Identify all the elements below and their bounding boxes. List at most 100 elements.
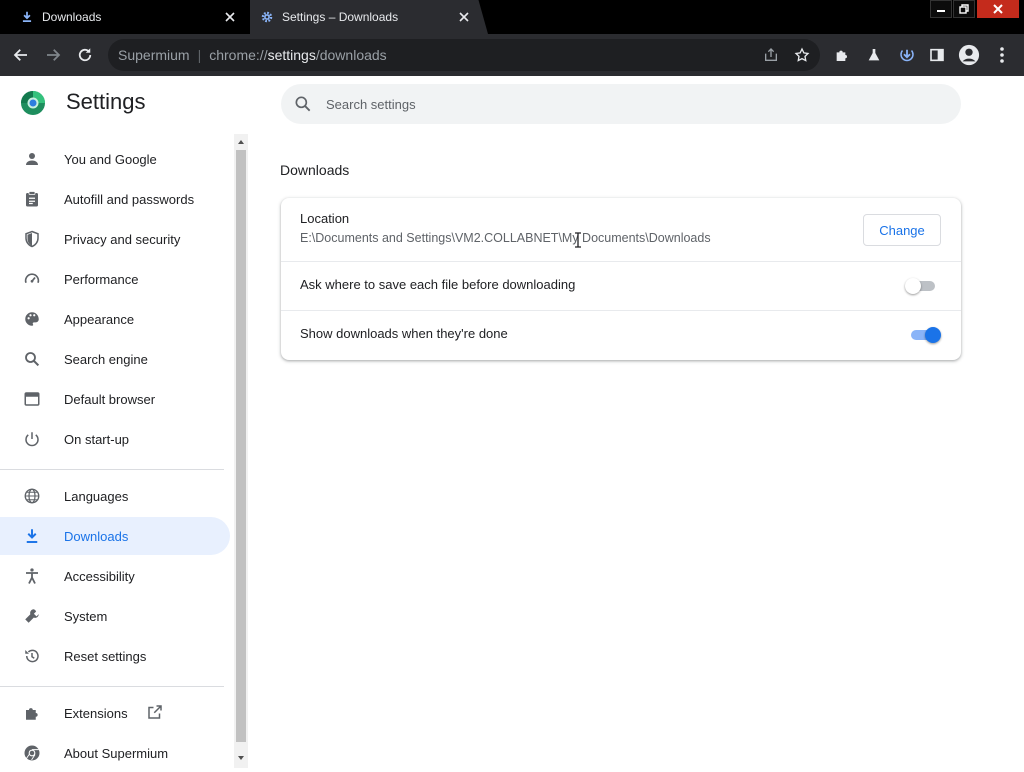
- sidebar-scrollbar-thumb[interactable]: [236, 150, 246, 742]
- sidebar-item-extensions[interactable]: Extensions: [0, 694, 230, 732]
- tab-title: Settings – Downloads: [282, 10, 399, 24]
- accessibility-icon: [22, 566, 42, 586]
- settings-sidebar: You and Google Autofill and passwords Pr…: [0, 140, 232, 768]
- tab-bar: Downloads Settings – Downloads: [0, 0, 1024, 34]
- close-icon[interactable]: [454, 7, 474, 27]
- sidebar-item-privacy[interactable]: Privacy and security: [0, 220, 230, 258]
- downloads-settings-card: Location E:\Documents and Settings\VM2.C…: [281, 198, 961, 360]
- wrench-icon: [22, 606, 42, 626]
- download-icon: [20, 10, 34, 24]
- history-icon: [22, 646, 42, 666]
- search-settings-input[interactable]: Search settings: [281, 84, 961, 124]
- sidebar-item-accessibility[interactable]: Accessibility: [0, 557, 230, 595]
- show-downloads-toggle[interactable]: [909, 327, 943, 343]
- power-icon: [22, 429, 42, 449]
- sidebar-item-label: Default browser: [64, 391, 156, 407]
- sidebar-item-search-engine[interactable]: Search engine: [0, 340, 230, 378]
- person-icon: [22, 149, 42, 169]
- labs-flask-icon[interactable]: [861, 42, 887, 68]
- clipboard-icon: [22, 189, 42, 209]
- sidebar-item-appearance[interactable]: Appearance: [0, 300, 230, 338]
- sidebar-item-label: System: [64, 608, 108, 624]
- sidebar-item-reset-settings[interactable]: Reset settings: [0, 637, 230, 675]
- downloads-toolbar-icon[interactable]: [894, 42, 920, 68]
- toggle-knob: [925, 327, 941, 343]
- location-label: Location: [300, 211, 350, 226]
- sidebar-item-default-browser[interactable]: Default browser: [0, 380, 230, 418]
- sidebar-item-downloads[interactable]: Downloads: [0, 517, 230, 555]
- forward-button[interactable]: [40, 42, 66, 68]
- sidebar-item-label: Search engine: [64, 351, 148, 367]
- sidebar-item-label: Extensions: [64, 705, 128, 721]
- sidebar-item-label: You and Google: [64, 151, 157, 167]
- location-row: Location E:\Documents and Settings\VM2.C…: [281, 198, 961, 261]
- ask-where-row[interactable]: Ask where to save each file before downl…: [281, 262, 961, 310]
- sidebar-item-label: Languages: [64, 488, 129, 504]
- search-placeholder: Search settings: [326, 96, 416, 112]
- scroll-down-arrow-icon[interactable]: [236, 753, 246, 763]
- minimize-button[interactable]: [930, 0, 952, 18]
- supermium-logo-icon: [20, 90, 46, 116]
- close-icon[interactable]: [220, 7, 240, 27]
- window-close-button[interactable]: [977, 0, 1019, 18]
- bookmark-star-icon[interactable]: [789, 42, 815, 68]
- sidebar-item-on-startup[interactable]: On start-up: [0, 420, 230, 458]
- tab-settings-downloads[interactable]: Settings – Downloads: [250, 0, 488, 34]
- sidebar-item-label: On start-up: [64, 431, 130, 447]
- scroll-up-arrow-icon[interactable]: [236, 137, 246, 147]
- speedometer-icon: [22, 269, 42, 289]
- download-icon: [22, 526, 42, 546]
- toggle-knob: [905, 278, 921, 294]
- search-icon: [293, 94, 313, 114]
- page-title: Settings: [66, 89, 146, 114]
- restore-button[interactable]: [953, 0, 975, 18]
- sidebar-divider: [0, 686, 224, 687]
- side-panel-icon[interactable]: [924, 42, 950, 68]
- back-button[interactable]: [8, 42, 34, 68]
- sidebar-item-label: Performance: [64, 271, 139, 287]
- reload-button[interactable]: [72, 42, 98, 68]
- sidebar-item-system[interactable]: System: [0, 597, 230, 635]
- url-text: chrome://settings/downloads: [209, 47, 387, 63]
- address-bar[interactable]: Supermium | chrome://settings/downloads: [108, 39, 820, 71]
- supermium-logo-icon: [22, 743, 42, 763]
- puzzle-icon: [22, 703, 42, 723]
- sidebar-item-label: Downloads: [64, 528, 129, 544]
- ask-where-toggle[interactable]: [905, 278, 939, 294]
- gear-icon: [260, 10, 274, 24]
- site-chip: Supermium: [118, 47, 190, 63]
- sidebar-item-languages[interactable]: Languages: [0, 477, 230, 515]
- sidebar-item-you-and-google[interactable]: You and Google: [0, 140, 230, 178]
- shield-icon: [22, 229, 42, 249]
- palette-icon: [22, 309, 42, 329]
- show-downloads-row[interactable]: Show downloads when they're done: [281, 311, 961, 360]
- extensions-puzzle-icon[interactable]: [829, 42, 855, 68]
- tab-title: Downloads: [42, 10, 102, 24]
- profile-avatar-icon[interactable]: [956, 42, 982, 68]
- globe-icon: [22, 486, 42, 506]
- open-in-new-icon: [146, 703, 164, 721]
- browser-toolbar: Supermium | chrome://settings/downloads: [0, 34, 1024, 76]
- section-title: Downloads: [280, 162, 350, 178]
- sidebar-item-label: Privacy and security: [64, 231, 181, 247]
- location-path: E:\Documents and Settings\VM2.COLLABNET\…: [300, 231, 711, 245]
- sidebar-item-autofill[interactable]: Autofill and passwords: [0, 180, 230, 218]
- search-icon: [22, 349, 42, 369]
- share-icon[interactable]: [758, 42, 784, 68]
- sidebar-item-label: Autofill and passwords: [64, 191, 195, 207]
- tab-downloads[interactable]: Downloads: [8, 0, 246, 34]
- sidebar-item-label: About Supermium: [64, 745, 169, 761]
- sidebar-item-label: Appearance: [64, 311, 135, 327]
- text-cursor-icon: [574, 232, 582, 248]
- sidebar-item-performance[interactable]: Performance: [0, 260, 230, 298]
- sidebar-divider: [0, 469, 224, 470]
- browser-window-icon: [22, 389, 42, 409]
- menu-kebab-icon[interactable]: [989, 42, 1015, 68]
- sidebar-item-label: Reset settings: [64, 648, 147, 664]
- show-downloads-label: Show downloads when they're done: [300, 326, 508, 341]
- ask-where-label: Ask where to save each file before downl…: [300, 277, 576, 292]
- sidebar-item-about[interactable]: About Supermium: [0, 734, 230, 772]
- sidebar-item-label: Accessibility: [64, 568, 135, 584]
- url-separator: |: [197, 47, 202, 63]
- change-location-button[interactable]: Change: [863, 214, 941, 246]
